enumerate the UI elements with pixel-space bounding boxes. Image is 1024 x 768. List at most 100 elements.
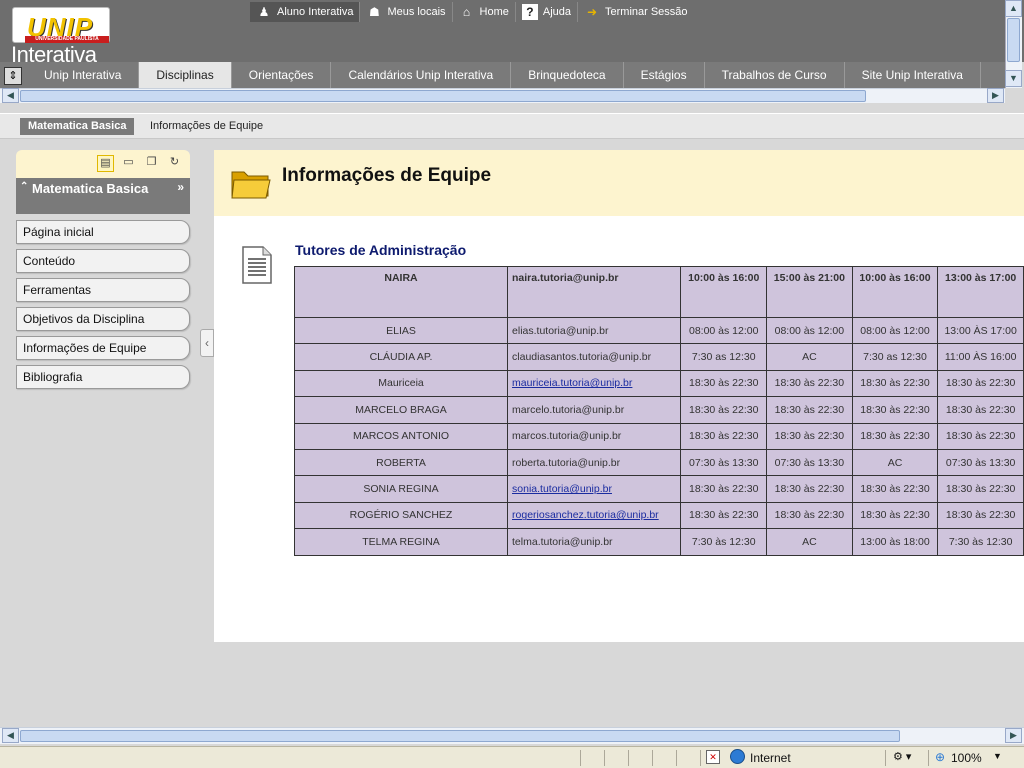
content-area: Informações de Equipe Tutores de Adminis…	[214, 150, 1024, 642]
course-tabs: Unip Interativa Disciplinas Orientações …	[27, 62, 981, 88]
toplink-ajuda[interactable]: ? Ajuda	[516, 2, 578, 22]
blocked-page-icon[interactable]: ✕	[706, 750, 720, 764]
scroll-left-button[interactable]: ◀	[2, 88, 19, 103]
refresh-icon[interactable]: ↻	[166, 155, 183, 172]
tutor-schedule: 13:00 ÀS 17:00	[937, 316, 1024, 345]
toplink-meus-locais[interactable]: ☗ Meus locais	[360, 2, 453, 22]
tutors-table: NAIRA naira.tutoria@unip.br 10:00 às 16:…	[293, 266, 1024, 556]
top-frame-scrollbar[interactable]: ▲ ▼	[1005, 0, 1022, 88]
header-time: 10:00 às 16:00	[851, 266, 939, 318]
tutor-name: CLÁUDIA AP.	[293, 343, 509, 371]
tutor-name: MARCELO BRAGA	[293, 396, 509, 424]
tutor-name: TELMA REGINA	[293, 528, 509, 556]
tab-trabalhos-de-curso[interactable]: Trabalhos de Curso	[705, 62, 845, 88]
scroll-thumb[interactable]	[20, 730, 900, 742]
page-horizontal-scrollbar[interactable]: ◀ ▶	[0, 727, 1024, 744]
tutor-email-link[interactable]: rogeriosanchez.tutoria@unip.br	[512, 509, 659, 521]
tutor-schedule: 18:30 às 22:30	[680, 422, 768, 450]
tutor-email-cell: mauriceia.tutoria@unip.br	[507, 369, 682, 398]
tab-bar: ⇕ Unip Interativa Disciplinas Orientaçõe…	[0, 62, 1005, 88]
header-name: NAIRA	[293, 266, 509, 318]
security-zone[interactable]: Internet	[750, 751, 791, 765]
tutor-schedule: 13:00 às 18:00	[851, 528, 939, 556]
tutor-schedule: 18:30 às 22:30	[680, 396, 768, 424]
help-icon: ?	[521, 4, 538, 20]
folder-icon	[231, 171, 271, 199]
window-icon[interactable]: ❐	[143, 155, 160, 172]
double-chevron-right-icon[interactable]: »	[177, 180, 184, 194]
table-row: CLÁUDIA AP. claudiasantos.tutoria@unip.br…	[293, 343, 1024, 371]
scroll-up-button[interactable]: ▲	[1005, 0, 1022, 17]
tab-brinquedoteca[interactable]: Brinquedoteca	[511, 62, 624, 88]
menu-item-informacoes-equipe[interactable]: Informações de Equipe	[16, 336, 190, 360]
tutor-name: ELIAS	[293, 316, 509, 345]
folder-view-icon[interactable]: ▭	[120, 155, 137, 172]
header-time: 10:00 às 16:00	[680, 266, 768, 318]
logout-icon: ➜	[586, 5, 598, 19]
table-row: MARCELO BRAGA marcelo.tutoria@unip.br 18:3…	[293, 396, 1024, 424]
tutor-email-link[interactable]: sonia.tutoria@unip.br	[512, 483, 612, 495]
tutor-schedule: 7:30 as 12:30	[680, 343, 768, 371]
table-row: ROBERTA roberta.tutoria@unip.br 07:30 às 1…	[293, 448, 1024, 477]
menu-item-conteudo[interactable]: Conteúdo	[16, 249, 190, 273]
scroll-right-button[interactable]: ▶	[1005, 728, 1022, 743]
zoom-dropdown-icon[interactable]: ▼	[993, 751, 1002, 761]
menu-item-bibliografia[interactable]: Bibliografia	[16, 365, 190, 389]
tutor-schedule: 18:30 às 22:30	[680, 369, 768, 398]
table-row: SONIA REGINA sonia.tutoria@unip.br 18:30 à…	[293, 475, 1024, 503]
toplink-home[interactable]: ⌂ Home	[453, 2, 516, 22]
tutor-schedule: 18:30 às 22:30	[851, 501, 939, 530]
breadcrumb-current-page: Informações de Equipe	[150, 120, 264, 132]
tutor-schedule: 18:30 às 22:30	[766, 501, 853, 530]
tutor-schedule: 18:30 às 22:30	[937, 475, 1024, 503]
collapse-up-icon[interactable]: ⌃	[20, 181, 28, 192]
table-row: TELMA REGINA telma.tutoria@unip.br 7:30 às…	[293, 528, 1024, 556]
table-row: Mauriceia mauriceia.tutoria@unip.br 18:30 …	[293, 369, 1024, 398]
header-time: 13:00 às 17:00	[937, 266, 1024, 318]
tabs-horizontal-scrollbar[interactable]: ◀ ▶	[0, 88, 1005, 103]
tutor-email-link[interactable]: mauriceia.tutoria@unip.br	[512, 377, 632, 389]
breadcrumb-course[interactable]: Matematica Basica	[20, 118, 135, 135]
tab-unip-interativa[interactable]: Unip Interativa	[27, 62, 140, 88]
menu-item-ferramentas[interactable]: Ferramentas	[16, 278, 190, 302]
tutor-schedule: 07:30 às 13:30	[766, 448, 853, 477]
scroll-thumb[interactable]	[1007, 18, 1020, 62]
toplink-terminar-sessao[interactable]: ➜ Terminar Sessão	[578, 2, 694, 22]
tutor-schedule: 18:30 às 22:30	[851, 369, 939, 398]
tutor-email-cell: marcelo.tutoria@unip.br	[507, 396, 682, 424]
top-links: ♟ Aluno Interativa ☗ Meus locais ⌂ Home ? Aj…	[250, 2, 694, 22]
tab-calendarios[interactable]: Calendários Unip Interativa	[331, 62, 512, 88]
menu-item-objetivos[interactable]: Objetivos da Disciplina	[16, 307, 190, 331]
tab-estagios[interactable]: Estágios	[624, 62, 705, 88]
collapse-menu-button[interactable]: ‹	[200, 329, 214, 357]
unip-logo[interactable]: UNIP UNIVERSIDADE PAULISTA Interativa	[8, 4, 113, 67]
table-row: ROGÉRIO SANCHEZ rogeriosanchez.tutoria@un…	[293, 501, 1024, 530]
table-header-row: NAIRA naira.tutoria@unip.br 10:00 às 16:…	[293, 266, 1024, 318]
zoom-level[interactable]: 100%	[951, 751, 982, 765]
tutor-email-cell: claudiasantos.tutoria@unip.br	[507, 343, 682, 371]
tab-orientacoes[interactable]: Orientações	[232, 62, 332, 88]
tutor-name: MARCOS ANTONIO	[293, 422, 509, 450]
tab-disciplinas[interactable]: Disciplinas	[139, 62, 232, 88]
menu-course-header[interactable]: ⌃ Matematica Basica »	[16, 178, 190, 214]
section-title: Tutores de Administração	[295, 242, 467, 258]
toplink-aluno-interativa[interactable]: ♟ Aluno Interativa	[250, 2, 361, 22]
tutor-schedule: 18:30 às 22:30	[766, 369, 853, 398]
person-icon: ♟	[258, 5, 270, 19]
tutor-name: SONIA REGINA	[293, 475, 509, 503]
scroll-down-button[interactable]: ▼	[1005, 70, 1022, 87]
toplink-label: Aluno Interativa	[277, 6, 354, 18]
scroll-right-button[interactable]: ▶	[987, 88, 1004, 103]
tab-site-unip-interativa[interactable]: Site Unip Interativa	[845, 62, 981, 88]
tutor-schedule: 18:30 às 22:30	[851, 396, 939, 424]
scroll-thumb[interactable]	[20, 90, 866, 102]
scroll-left-button[interactable]: ◀	[2, 728, 19, 743]
menu-item-pagina-inicial[interactable]: Página inicial	[16, 220, 190, 244]
tutor-schedule: 08:00 às 12:00	[680, 316, 768, 345]
expand-icon[interactable]: ⇕	[4, 67, 22, 85]
course-menu: ▤ ▭ ❐ ↻ ⌃ Matematica Basica » Página ini…	[16, 150, 190, 395]
protected-mode-icon[interactable]: ⚙ ▾	[893, 750, 911, 763]
list-view-icon[interactable]: ▤	[97, 155, 114, 172]
tutor-schedule: 08:00 às 12:00	[851, 316, 939, 345]
tutor-email-cell: rogeriosanchez.tutoria@unip.br	[507, 501, 682, 530]
